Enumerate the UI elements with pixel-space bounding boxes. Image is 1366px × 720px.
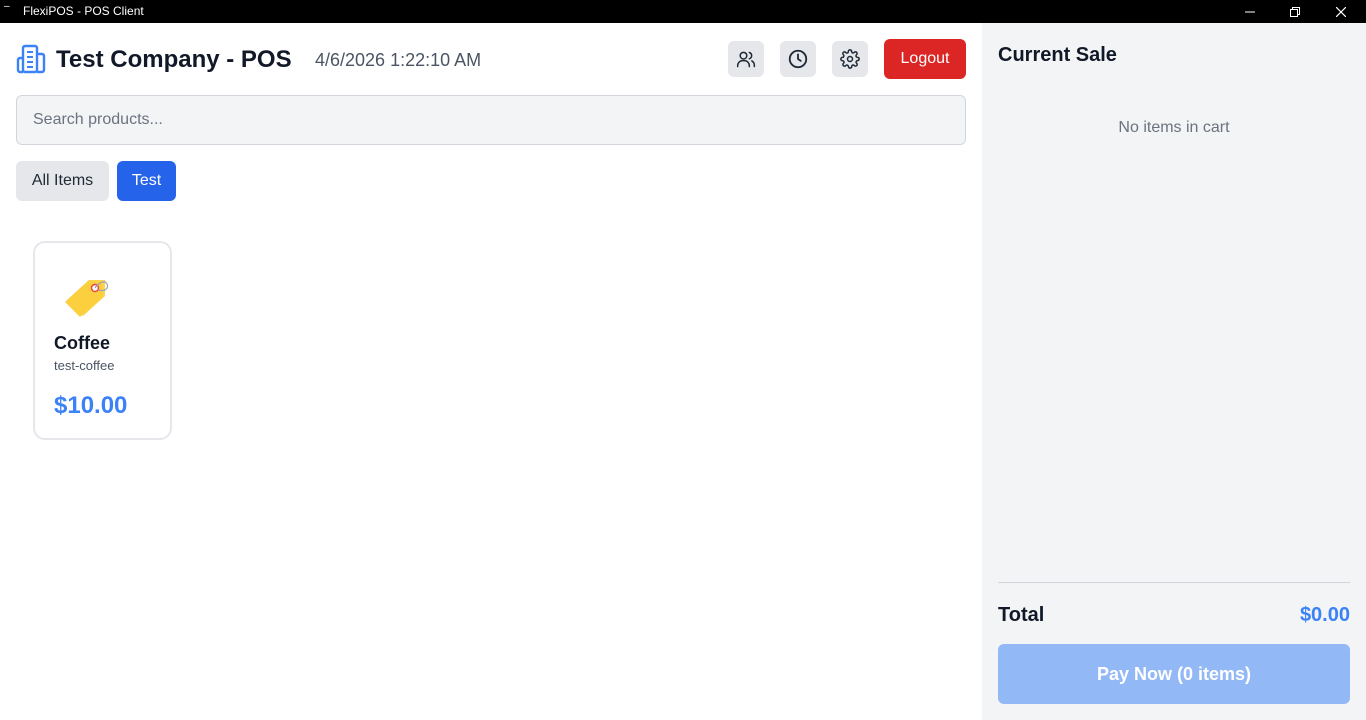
clock-icon bbox=[788, 49, 808, 69]
page-title: Test Company - POS bbox=[56, 46, 292, 73]
main-panel: Test Company - POS 4/6/2026 1:22:10 AM L… bbox=[0, 23, 982, 720]
current-datetime: 4/6/2026 1:22:10 AM bbox=[315, 50, 482, 70]
app-icon: – bbox=[4, 1, 10, 12]
price-tag-icon bbox=[65, 280, 109, 317]
window-title: FlexiPOS - POS Client bbox=[23, 4, 144, 18]
product-name: Coffee bbox=[54, 333, 111, 353]
category-all-items[interactable]: All Items bbox=[16, 161, 109, 201]
minimize-button[interactable] bbox=[1227, 0, 1273, 23]
window-titlebar: – FlexiPOS - POS Client bbox=[0, 0, 1366, 23]
pay-now-button[interactable]: Pay Now (0 items) bbox=[998, 644, 1350, 704]
users-icon bbox=[736, 51, 756, 68]
product-price: $10.00 bbox=[54, 392, 128, 419]
search-input[interactable] bbox=[16, 95, 966, 145]
product-card-coffee[interactable]: Coffee test-coffee $10.00 bbox=[33, 241, 172, 440]
gear-icon bbox=[840, 49, 860, 69]
cart-title: Current Sale bbox=[998, 44, 1117, 66]
cart-divider bbox=[998, 582, 1350, 583]
total-label: Total bbox=[998, 604, 1045, 626]
maximize-icon bbox=[1290, 6, 1300, 17]
cart-empty-message: No items in cart bbox=[1118, 119, 1230, 136]
building-icon bbox=[16, 44, 46, 74]
maximize-button[interactable] bbox=[1272, 0, 1318, 23]
history-button[interactable] bbox=[780, 41, 816, 77]
logout-button[interactable]: Logout bbox=[884, 39, 966, 79]
product-sku: test-coffee bbox=[54, 358, 115, 373]
total-value: $0.00 bbox=[1299, 604, 1350, 626]
category-test[interactable]: Test bbox=[117, 161, 176, 201]
minimize-icon bbox=[1245, 11, 1255, 12]
close-icon bbox=[1336, 6, 1346, 17]
cart-panel: Current Sale No items in cart Total $0.0… bbox=[982, 23, 1366, 720]
customers-button[interactable] bbox=[728, 41, 764, 77]
close-button[interactable] bbox=[1318, 0, 1364, 23]
settings-button[interactable] bbox=[832, 41, 868, 77]
